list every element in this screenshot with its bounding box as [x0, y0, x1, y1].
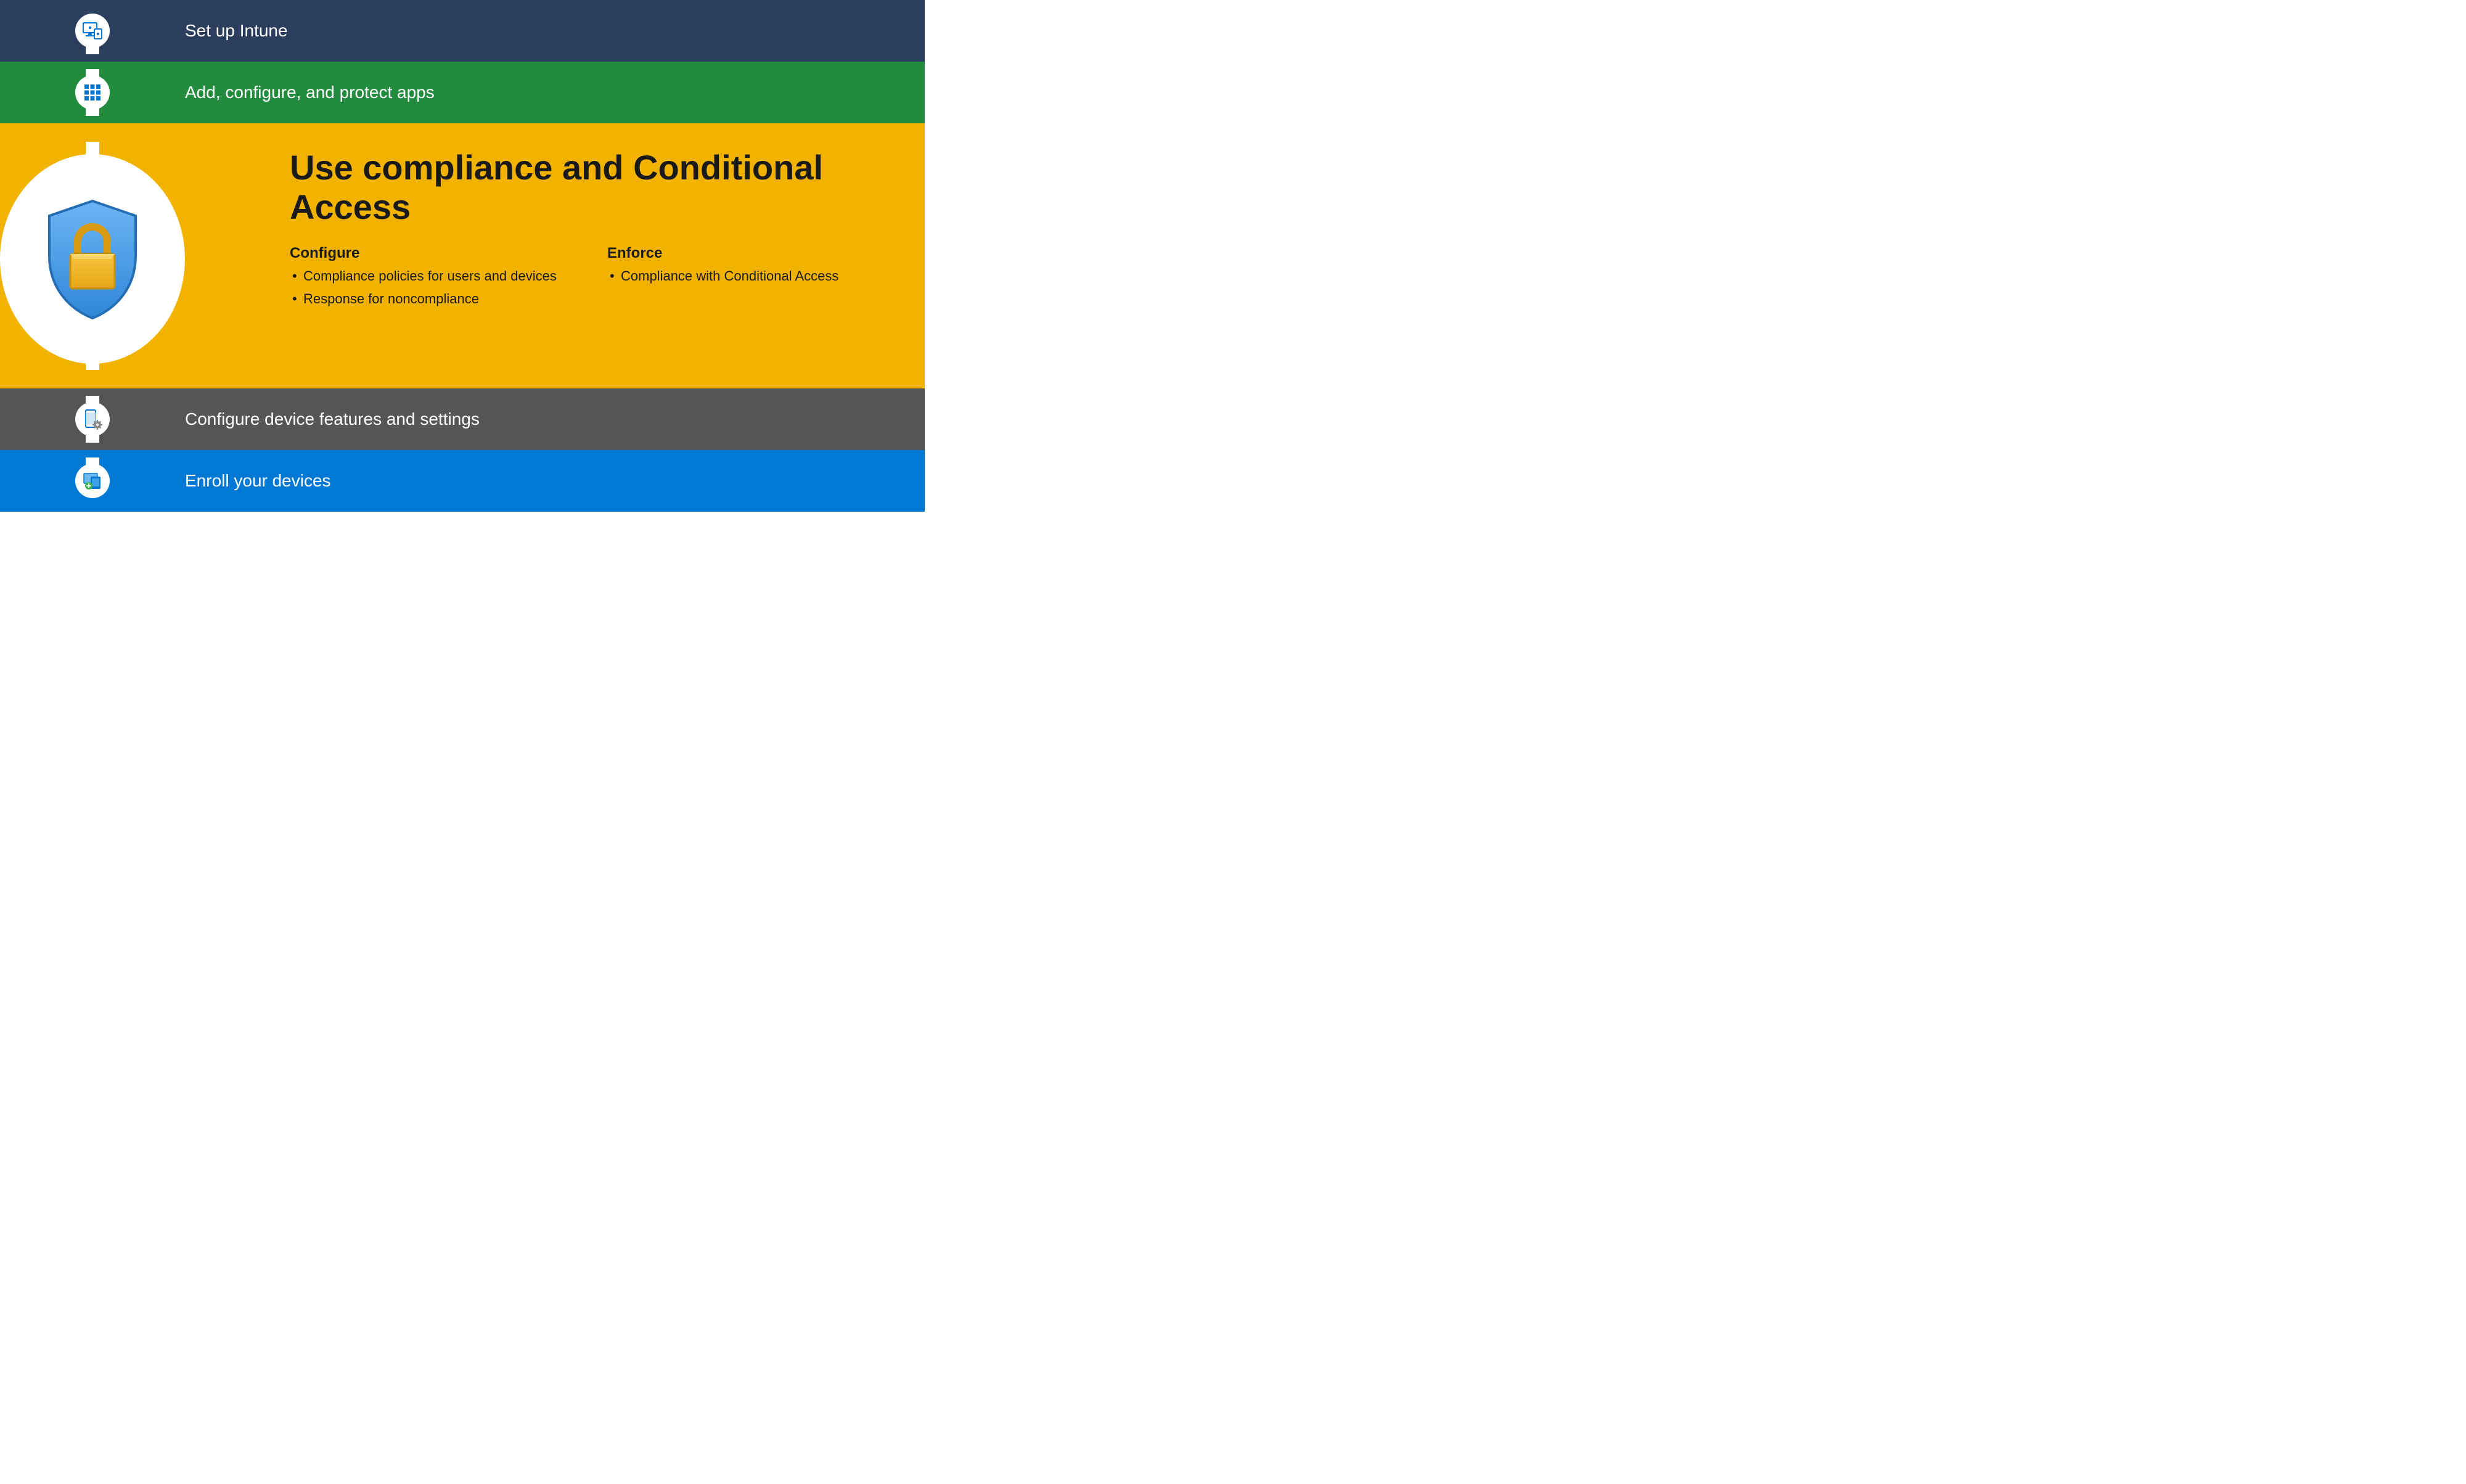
step-configure-device: Configure device features and settings [0, 388, 925, 450]
enroll-icon [75, 464, 110, 498]
enforce-column: Enforce Compliance with Conditional Acce… [607, 245, 888, 313]
configure-heading: Configure [290, 245, 570, 262]
step-setup-label: Set up Intune [185, 21, 288, 40]
enforce-heading: Enforce [607, 245, 888, 262]
configure-item: Compliance policies for users and device… [290, 267, 570, 285]
step-compliance: Use compliance and Conditional Access Co… [0, 123, 925, 388]
step-apps-label: Add, configure, and protect apps [185, 83, 435, 102]
enforce-item: Compliance with Conditional Access [607, 267, 888, 285]
apps-icon [75, 75, 110, 110]
compliance-title: Use compliance and Conditional Access [290, 148, 888, 228]
step-apps: Add, configure, and protect apps [0, 62, 925, 123]
setup-icon [75, 14, 110, 48]
intune-steps-diagram: Set up Intune Add, configu [0, 0, 925, 512]
step-configure-device-label: Configure device features and settings [185, 409, 480, 428]
step-enroll: Enroll your devices [0, 450, 925, 512]
device-settings-icon [75, 402, 110, 437]
step-setup: Set up Intune [0, 0, 925, 62]
step-enroll-label: Enroll your devices [185, 471, 331, 490]
configure-column: Configure Compliance policies for users … [290, 245, 570, 313]
shield-lock-icon [0, 154, 185, 364]
configure-item: Response for noncompliance [290, 290, 570, 308]
